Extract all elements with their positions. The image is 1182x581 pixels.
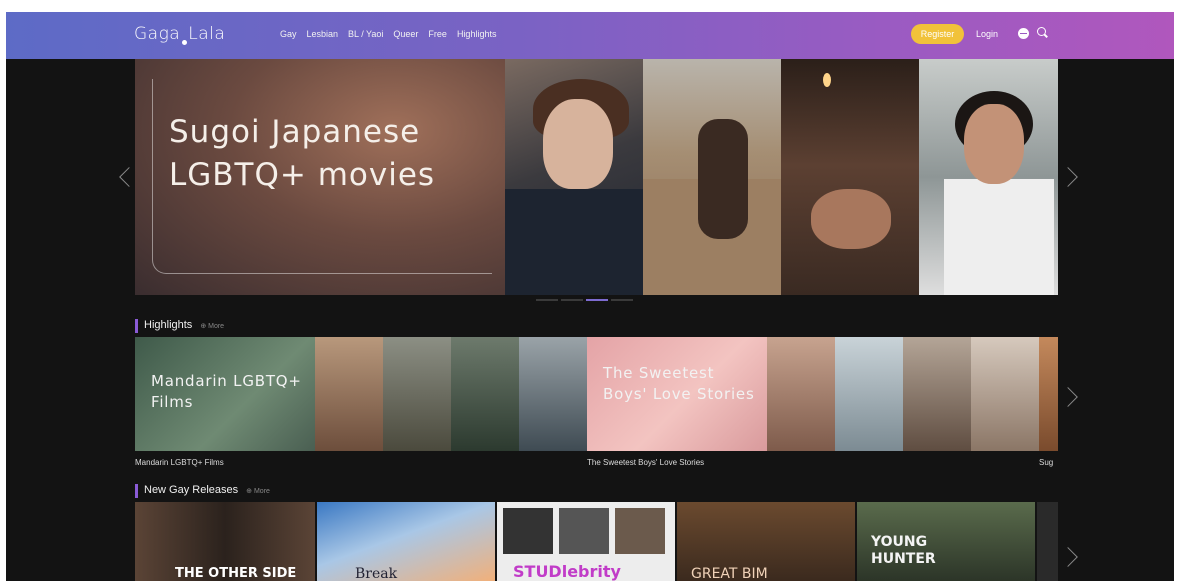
new-gay-heading: New Gay Releases More: [135, 484, 270, 498]
register-button[interactable]: Register: [911, 24, 964, 44]
highlight-card-title: The Sweetest Boys' Love Stories: [603, 364, 755, 403]
hero-image-2-rider: [698, 119, 748, 239]
hero-image-1-suit: [505, 189, 643, 295]
highlight-caption[interactable]: The Sweetest Boys' Love Stories: [587, 458, 704, 467]
hero-image-1-face: [543, 99, 613, 189]
hero-dot[interactable]: [536, 299, 558, 301]
poster-the-other-side[interactable]: THE OTHER SIDE: [135, 502, 315, 581]
poster-photo: [503, 508, 553, 554]
language-globe-icon[interactable]: [1018, 28, 1029, 39]
highlights-heading-text: Highlights: [144, 319, 193, 331]
highlight-thumb[interactable]: [835, 337, 903, 451]
hero-image-3-candle: [823, 73, 831, 87]
logo-right: Lala: [188, 24, 226, 44]
hero-dot[interactable]: [611, 299, 633, 301]
logo-dot-icon: [182, 40, 188, 45]
highlight-thumb[interactable]: [903, 337, 971, 451]
poster-partial[interactable]: [1037, 502, 1058, 581]
new-gay-row: THE OTHER SIDE Break STUDlebrity GREAT B…: [135, 502, 1058, 581]
nav-link-bl-yaoi[interactable]: BL / Yaoi: [348, 29, 383, 39]
highlight-card-mandarin[interactable]: Mandarin LGBTQ+ Films: [135, 337, 315, 451]
highlight-thumb[interactable]: [1039, 337, 1058, 451]
hero-image-1[interactable]: [505, 59, 643, 295]
hero-carousel[interactable]: Sugoi Japanese LGBTQ+ movies: [135, 59, 1058, 295]
highlight-thumb[interactable]: [971, 337, 1039, 451]
nav-link-queer[interactable]: Queer: [393, 29, 418, 39]
new-gay-more-link[interactable]: More: [246, 485, 270, 498]
new-gay-next-arrow-icon[interactable]: [1058, 547, 1078, 567]
highlight-caption[interactable]: Sug: [1039, 458, 1053, 467]
nav-links: Gay Lesbian BL / Yaoi Queer Free Highlig…: [280, 29, 496, 39]
poster-great-bim[interactable]: GREAT BIM: [677, 502, 855, 581]
hero-title: Sugoi Japanese LGBTQ+ movies: [169, 114, 436, 193]
hero-title-panel[interactable]: Sugoi Japanese LGBTQ+ movies: [135, 59, 505, 295]
highlight-thumb[interactable]: [383, 337, 451, 451]
hero-image-3[interactable]: [781, 59, 919, 295]
new-gay-heading-text: New Gay Releases: [144, 484, 239, 496]
logo-left: Gaga: [134, 24, 181, 44]
poster-title: GREAT BIM: [691, 566, 768, 581]
highlights-row: Mandarin LGBTQ+ Films The Sweetest Boys'…: [135, 337, 1058, 451]
highlights-more-link[interactable]: More: [200, 320, 224, 333]
highlights-next-arrow-icon[interactable]: [1058, 387, 1078, 407]
poster-studlebrity[interactable]: STUDlebrity: [497, 502, 675, 581]
poster-photo: [559, 508, 609, 554]
highlights-heading: Highlights More: [135, 319, 224, 333]
poster-title: YOUNG HUNTER: [871, 534, 936, 567]
nav-link-gay[interactable]: Gay: [280, 29, 297, 39]
hero-pagination: [536, 299, 633, 301]
highlight-caption[interactable]: Mandarin LGBTQ+ Films: [135, 458, 224, 467]
app-frame: Gaga Lala Gay Lesbian BL / Yaoi Queer Fre…: [6, 12, 1174, 581]
logo[interactable]: Gaga Lala: [134, 24, 225, 45]
hero-image-4-face: [964, 104, 1024, 184]
poster-young-hunter[interactable]: YOUNG HUNTER: [857, 502, 1035, 581]
hero-image-4-uniform: [944, 179, 1054, 295]
nav-link-free[interactable]: Free: [428, 29, 447, 39]
poster-title: Break: [355, 566, 398, 581]
poster-title: THE OTHER SIDE: [175, 566, 297, 581]
top-navbar: Gaga Lala Gay Lesbian BL / Yaoi Queer Fre…: [6, 12, 1174, 59]
nav-link-lesbian[interactable]: Lesbian: [307, 29, 339, 39]
hero-image-3-face: [811, 189, 891, 249]
hero-dot-active[interactable]: [586, 299, 608, 301]
search-icon[interactable]: [1037, 27, 1048, 38]
highlight-card-sweetest-boys[interactable]: The Sweetest Boys' Love Stories: [587, 337, 767, 451]
poster-break[interactable]: Break: [317, 502, 495, 581]
highlight-card-title: Mandarin LGBTQ+ Films: [151, 372, 302, 411]
hero-image-2[interactable]: [643, 59, 781, 295]
hero-next-arrow-icon[interactable]: [1058, 167, 1078, 187]
hero-dot[interactable]: [561, 299, 583, 301]
highlight-thumb[interactable]: [315, 337, 383, 451]
poster-title: STUDlebrity: [513, 562, 621, 581]
login-link[interactable]: Login: [976, 29, 998, 39]
hero-image-4[interactable]: [919, 59, 1058, 295]
highlight-thumb[interactable]: [767, 337, 835, 451]
nav-link-highlights[interactable]: Highlights: [457, 29, 497, 39]
highlight-thumb[interactable]: [451, 337, 519, 451]
poster-photo: [615, 508, 665, 554]
highlight-thumb[interactable]: [519, 337, 587, 451]
